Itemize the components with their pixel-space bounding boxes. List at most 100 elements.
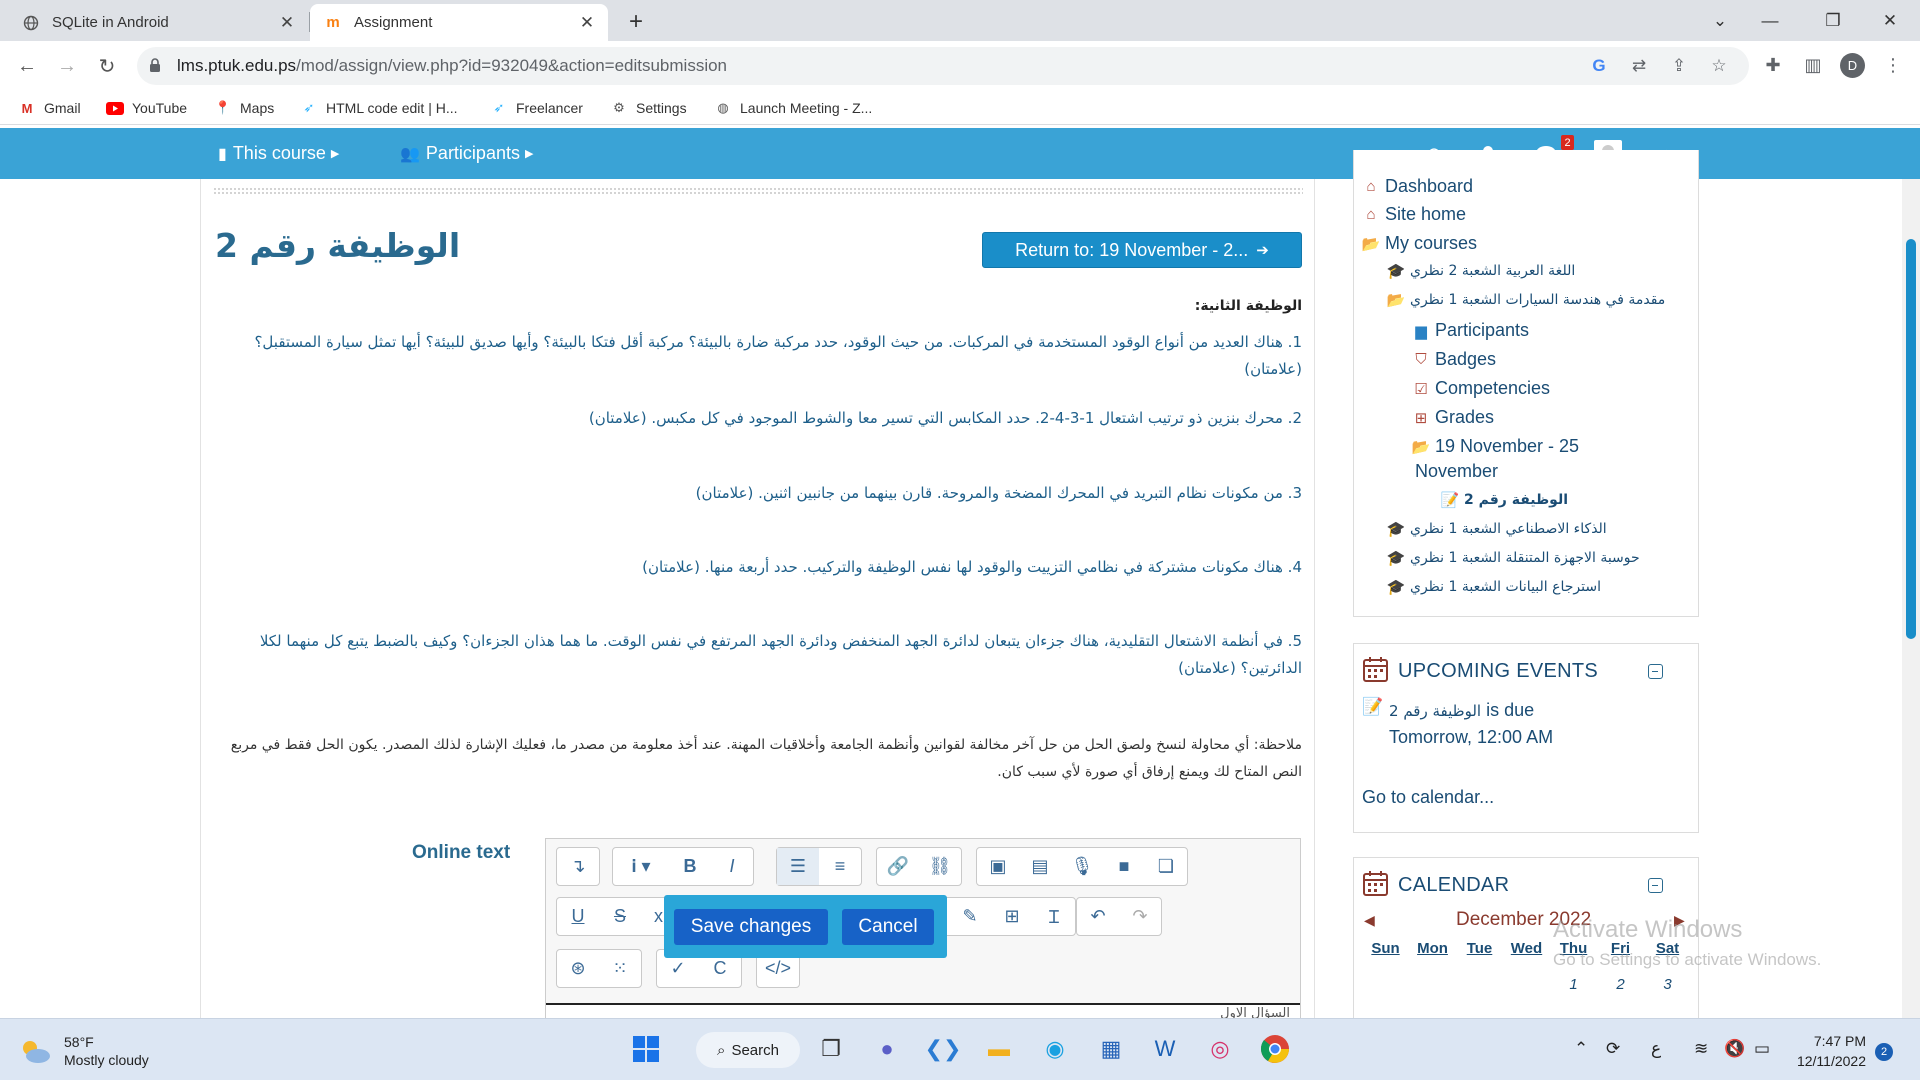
nav-competencies[interactable]: ☑ Competencies: [1411, 378, 1550, 399]
close-window-icon[interactable]: ✕: [1865, 0, 1915, 41]
italic-icon[interactable]: I: [711, 848, 753, 885]
new-tab-icon[interactable]: +: [622, 8, 650, 36]
task-view-icon[interactable]: ❐: [812, 1030, 850, 1068]
page-scrollbar[interactable]: [1902, 179, 1920, 1018]
link-icon[interactable]: 🔗: [877, 848, 919, 885]
back-arrow-icon[interactable]: ←: [13, 52, 41, 80]
bookmark-freelancer[interactable]: ➶ Freelancer: [490, 98, 583, 118]
scrollbar-thumb[interactable]: [1906, 239, 1916, 639]
side-panel-icon[interactable]: ▥: [1800, 52, 1826, 78]
online-text-label: Online text: [412, 842, 511, 863]
bookmark-maps[interactable]: 📍 Maps: [214, 98, 274, 118]
cancel-button[interactable]: Cancel: [842, 909, 934, 945]
translate-icon[interactable]: ⇄: [1627, 54, 1651, 78]
word-icon[interactable]: W: [1146, 1030, 1184, 1068]
microphone-icon[interactable]: 🎙: [1061, 848, 1103, 885]
nav-course-4[interactable]: 🎓 حوسبة الاجهزة المتنقلة الشعبة 1 نظري: [1386, 549, 1640, 567]
instagram-icon[interactable]: ◎: [1201, 1030, 1239, 1068]
nav-section[interactable]: 📂 19 November - 25: [1411, 436, 1579, 457]
bold-icon[interactable]: B: [669, 848, 711, 885]
this-course-menu[interactable]: ▮ This course ▶: [218, 143, 339, 164]
clear-formatting-icon[interactable]: Ɪ: [1033, 898, 1075, 935]
nav-participants[interactable]: ▆ Participants: [1411, 320, 1529, 341]
bookmark-youtube[interactable]: YouTube: [106, 98, 187, 118]
bookmark-settings[interactable]: ⚙ Settings: [610, 98, 686, 118]
sync-icon[interactable]: ⟳: [1606, 1039, 1620, 1059]
collapse-block-icon[interactable]: [1648, 878, 1663, 893]
strikethrough-icon[interactable]: S: [599, 898, 641, 935]
nav-course-2[interactable]: 📂 مقدمة في هندسة السيارات الشعبة 1 نظري: [1386, 291, 1666, 309]
microsoft-store-icon[interactable]: ▦: [1092, 1030, 1130, 1068]
minimize-icon[interactable]: —: [1745, 0, 1795, 41]
nav-my-courses[interactable]: 📂 My courses: [1361, 233, 1477, 254]
nav-dashboard[interactable]: ⌂ Dashboard: [1361, 176, 1473, 197]
calendar-day[interactable]: 2: [1597, 976, 1644, 993]
nav-badges[interactable]: ⛉ Badges: [1411, 349, 1496, 370]
calendar-day[interactable]: 3: [1644, 976, 1691, 993]
screenreader-helper-icon[interactable]: ⁙: [599, 950, 641, 987]
undo-icon[interactable]: ↶: [1077, 898, 1119, 935]
close-tab-icon[interactable]: ✕: [276, 12, 298, 34]
bookmark-star-icon[interactable]: ☆: [1707, 54, 1731, 78]
go-to-calendar-link[interactable]: Go to calendar...: [1362, 787, 1494, 808]
teams-chat-icon[interactable]: ●: [868, 1030, 906, 1068]
file-explorer-icon[interactable]: ▬: [980, 1030, 1018, 1068]
paragraph-style-icon[interactable]: 𝐢 ▾: [613, 848, 669, 885]
image-icon[interactable]: ▣: [977, 848, 1019, 885]
extensions-icon[interactable]: ✚: [1760, 52, 1786, 78]
tab-assignment[interactable]: m Assignment ✕: [310, 4, 608, 41]
accessibility-checker-icon[interactable]: ⊛: [557, 950, 599, 987]
media-icon[interactable]: ▤: [1019, 848, 1061, 885]
notification-badge[interactable]: 2: [1875, 1043, 1893, 1061]
battery-icon[interactable]: ▭: [1754, 1039, 1770, 1059]
chevron-up-icon[interactable]: ⌃: [1574, 1039, 1588, 1059]
browser-menu-icon[interactable]: ⋮: [1880, 52, 1906, 78]
tab-sqlite[interactable]: SQLite in Android ✕: [8, 4, 308, 41]
vscode-icon[interactable]: ❮❯: [924, 1030, 962, 1068]
bookmark-zoom[interactable]: ◍ Launch Meeting - Z...: [714, 98, 872, 118]
forward-arrow-icon[interactable]: →: [53, 52, 81, 80]
share-icon[interactable]: ⇪: [1667, 54, 1691, 78]
participants-menu[interactable]: 👥 Participants ▶: [400, 143, 533, 164]
event-item[interactable]: الوظيفة رقم 2 is due Tomorrow, 12:00 AM: [1389, 697, 1553, 750]
tab-search-icon[interactable]: ⌄: [1695, 0, 1745, 41]
previous-month-icon[interactable]: ◀: [1364, 912, 1375, 929]
collapse-toolbar-icon[interactable]: ↴: [557, 848, 599, 885]
input-language[interactable]: ع: [1651, 1039, 1661, 1059]
restore-icon[interactable]: ❐: [1808, 0, 1858, 41]
table-icon[interactable]: ⊞: [991, 898, 1033, 935]
unlink-icon[interactable]: ⛓: [919, 848, 961, 885]
numbered-list-icon[interactable]: ≡: [819, 848, 861, 885]
url-field[interactable]: lms.ptuk.edu.ps/mod/assign/view.php?id=9…: [137, 47, 1749, 85]
reload-icon[interactable]: ↻: [93, 52, 121, 80]
collapse-block-icon[interactable]: [1648, 664, 1663, 679]
nav-site-home[interactable]: ⌂ Site home: [1361, 204, 1466, 225]
nav-course-1[interactable]: 🎓 اللغة العربية الشعبة 2 نظري: [1386, 262, 1576, 280]
nav-activity-assignment[interactable]: 📝 الوظيفة رقم 2: [1440, 491, 1568, 509]
volume-muted-icon[interactable]: 🔇: [1724, 1039, 1745, 1059]
nav-course-3[interactable]: 🎓 الذكاء الاصطناعي الشعبة 1 نظري: [1386, 520, 1607, 538]
weather-widget[interactable]: 58°F Mostly cloudy: [18, 1033, 149, 1069]
redo-icon[interactable]: ↷: [1119, 898, 1161, 935]
chrome-icon[interactable]: [1256, 1030, 1294, 1068]
special-character-icon[interactable]: ✎: [949, 898, 991, 935]
underline-icon[interactable]: U: [557, 898, 599, 935]
edge-icon[interactable]: ◉: [1036, 1030, 1074, 1068]
start-windows-icon[interactable]: [627, 1030, 665, 1068]
nav-course-5[interactable]: 🎓 استرجاع البيانات الشعبة 1 نظري: [1386, 578, 1601, 596]
manage-files-icon[interactable]: ❏: [1145, 848, 1187, 885]
close-tab-icon[interactable]: ✕: [576, 12, 598, 34]
bookmark-html-editor[interactable]: ➶ HTML code edit | H...: [300, 98, 458, 118]
system-clock[interactable]: 7:47 PM 12/11/2022: [1794, 1031, 1866, 1071]
calendar-day[interactable]: 1: [1550, 976, 1597, 993]
nav-grades[interactable]: ⊞ Grades: [1411, 407, 1494, 428]
bookmark-gmail[interactable]: M Gmail: [18, 98, 81, 118]
google-lens-icon[interactable]: G: [1587, 54, 1611, 78]
save-changes-button[interactable]: Save changes: [674, 909, 828, 945]
bullet-list-icon[interactable]: ☰: [777, 848, 819, 885]
taskbar-search[interactable]: ⌕ Search: [696, 1032, 800, 1068]
video-camera-icon[interactable]: ■: [1103, 848, 1145, 885]
return-to-section-button[interactable]: Return to: 19 November - 2... ➔: [982, 232, 1302, 268]
wifi-icon[interactable]: ≋: [1694, 1039, 1708, 1059]
profile-avatar[interactable]: D: [1840, 53, 1865, 78]
